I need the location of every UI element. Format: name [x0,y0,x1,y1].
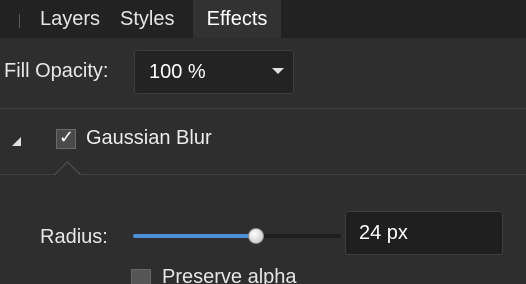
tab-bar: Layers Styles Effects [0,0,526,38]
section-pointer [54,161,81,188]
fill-opacity-dropdown[interactable]: 100 % [134,50,294,94]
tab-layers[interactable]: Layers [40,0,100,38]
tab-styles[interactable]: Styles [120,0,174,38]
checkmark-icon: ✓ [59,127,75,148]
radius-input[interactable]: 24 px [345,211,503,255]
fill-opacity-value: 100 % [149,61,206,83]
radius-label: Radius: [40,226,108,248]
radius-slider-fill [133,234,256,238]
preserve-alpha-label: Preserve alpha [162,266,297,284]
tab-separator [19,14,20,28]
gaussian-blur-checkbox[interactable]: ✓ [56,127,76,149]
collapse-triangle-icon[interactable] [12,137,21,146]
effect-title: Gaussian Blur [86,127,212,149]
radius-slider[interactable] [133,228,341,244]
effects-panel: Layers Styles Effects Fill Opacity: 100 … [0,0,526,284]
preserve-alpha-checkbox[interactable] [131,269,151,284]
chevron-down-icon [272,68,284,74]
divider [0,108,526,109]
fill-opacity-label: Fill Opacity: [4,60,109,82]
tab-effects[interactable]: Effects [193,0,281,38]
radius-slider-thumb[interactable] [247,228,264,244]
